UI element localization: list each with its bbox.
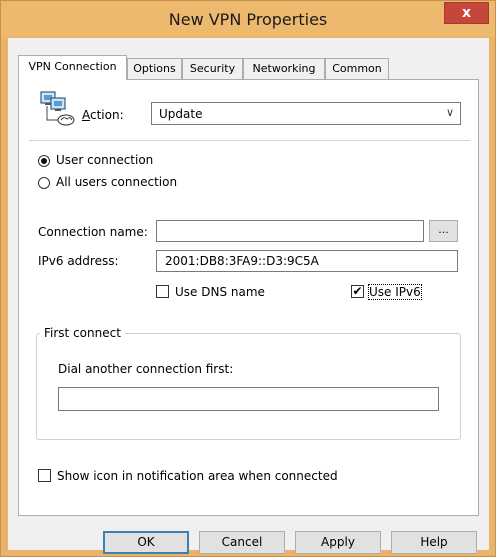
action-dropdown[interactable]: Update ∨ bbox=[151, 102, 461, 125]
window-title: New VPN Properties bbox=[168, 10, 328, 29]
dial-another-connection-label: Dial another connection first: bbox=[58, 362, 234, 376]
use-ipv6-checkbox[interactable]: ✔ bbox=[351, 285, 364, 298]
tab-vpn-connection[interactable]: VPN Connection bbox=[18, 55, 127, 80]
cancel-button[interactable]: Cancel bbox=[199, 531, 285, 554]
tab-common[interactable]: Common bbox=[325, 58, 389, 79]
title-bar[interactable]: New VPN Properties x bbox=[1, 1, 495, 37]
tab-options[interactable]: Options bbox=[127, 58, 182, 79]
connection-name-input[interactable] bbox=[156, 220, 424, 242]
action-dropdown-value: Update bbox=[159, 107, 203, 121]
user-connection-label[interactable]: User connection bbox=[56, 153, 153, 167]
first-connect-title: First connect bbox=[40, 326, 125, 340]
dialog-window: New VPN Properties x VPN Connection Opti… bbox=[0, 0, 496, 557]
use-dns-name-checkbox[interactable] bbox=[156, 285, 169, 298]
network-computers-icon bbox=[40, 91, 75, 126]
help-button[interactable]: Help bbox=[391, 531, 477, 554]
close-button[interactable]: x bbox=[444, 2, 489, 24]
apply-button[interactable]: Apply bbox=[295, 531, 381, 554]
ipv6-address-input[interactable]: 2001:DB8:3FA9::D3:9C5A bbox=[156, 250, 458, 272]
use-ipv6-label[interactable]: Use IPv6 bbox=[368, 284, 422, 300]
connection-name-label: Connection name: bbox=[38, 225, 148, 239]
dialog-body: VPN Connection Options Security Networki… bbox=[8, 38, 489, 554]
tab-panel-vpn-connection: Action: Update ∨ User connection All use… bbox=[18, 79, 479, 516]
browse-connection-button[interactable]: ... bbox=[429, 220, 458, 242]
ok-button[interactable]: OK bbox=[103, 531, 189, 554]
tab-networking[interactable]: Networking bbox=[243, 58, 325, 79]
separator bbox=[29, 140, 470, 141]
user-connection-radio[interactable] bbox=[38, 155, 50, 167]
all-users-connection-radio[interactable] bbox=[38, 177, 50, 189]
show-icon-checkbox[interactable] bbox=[38, 469, 51, 482]
action-label: Action: bbox=[82, 108, 124, 122]
show-icon-label[interactable]: Show icon in notification area when conn… bbox=[57, 469, 338, 483]
all-users-connection-label[interactable]: All users connection bbox=[56, 175, 177, 189]
use-dns-name-label[interactable]: Use DNS name bbox=[175, 285, 265, 299]
tab-security[interactable]: Security bbox=[182, 58, 243, 79]
chevron-down-icon: ∨ bbox=[445, 106, 454, 119]
dial-another-connection-input[interactable] bbox=[58, 387, 439, 411]
ipv6-address-label: IPv6 address: bbox=[38, 254, 119, 268]
